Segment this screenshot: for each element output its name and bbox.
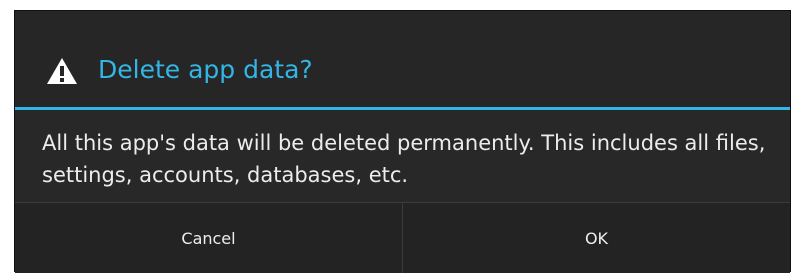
ok-button[interactable]: OK — [402, 203, 790, 273]
dialog-header: Delete app data? — [15, 11, 790, 110]
alert-triangle-icon — [46, 57, 78, 85]
dialog-title: Delete app data? — [98, 55, 313, 84]
dialog-actions: Cancel OK — [15, 202, 790, 273]
delete-app-data-dialog: Delete app data? All this app's data wil… — [14, 10, 791, 273]
cancel-button[interactable]: Cancel — [15, 203, 402, 273]
dialog-message: All this app's data will be deleted perm… — [42, 131, 766, 187]
